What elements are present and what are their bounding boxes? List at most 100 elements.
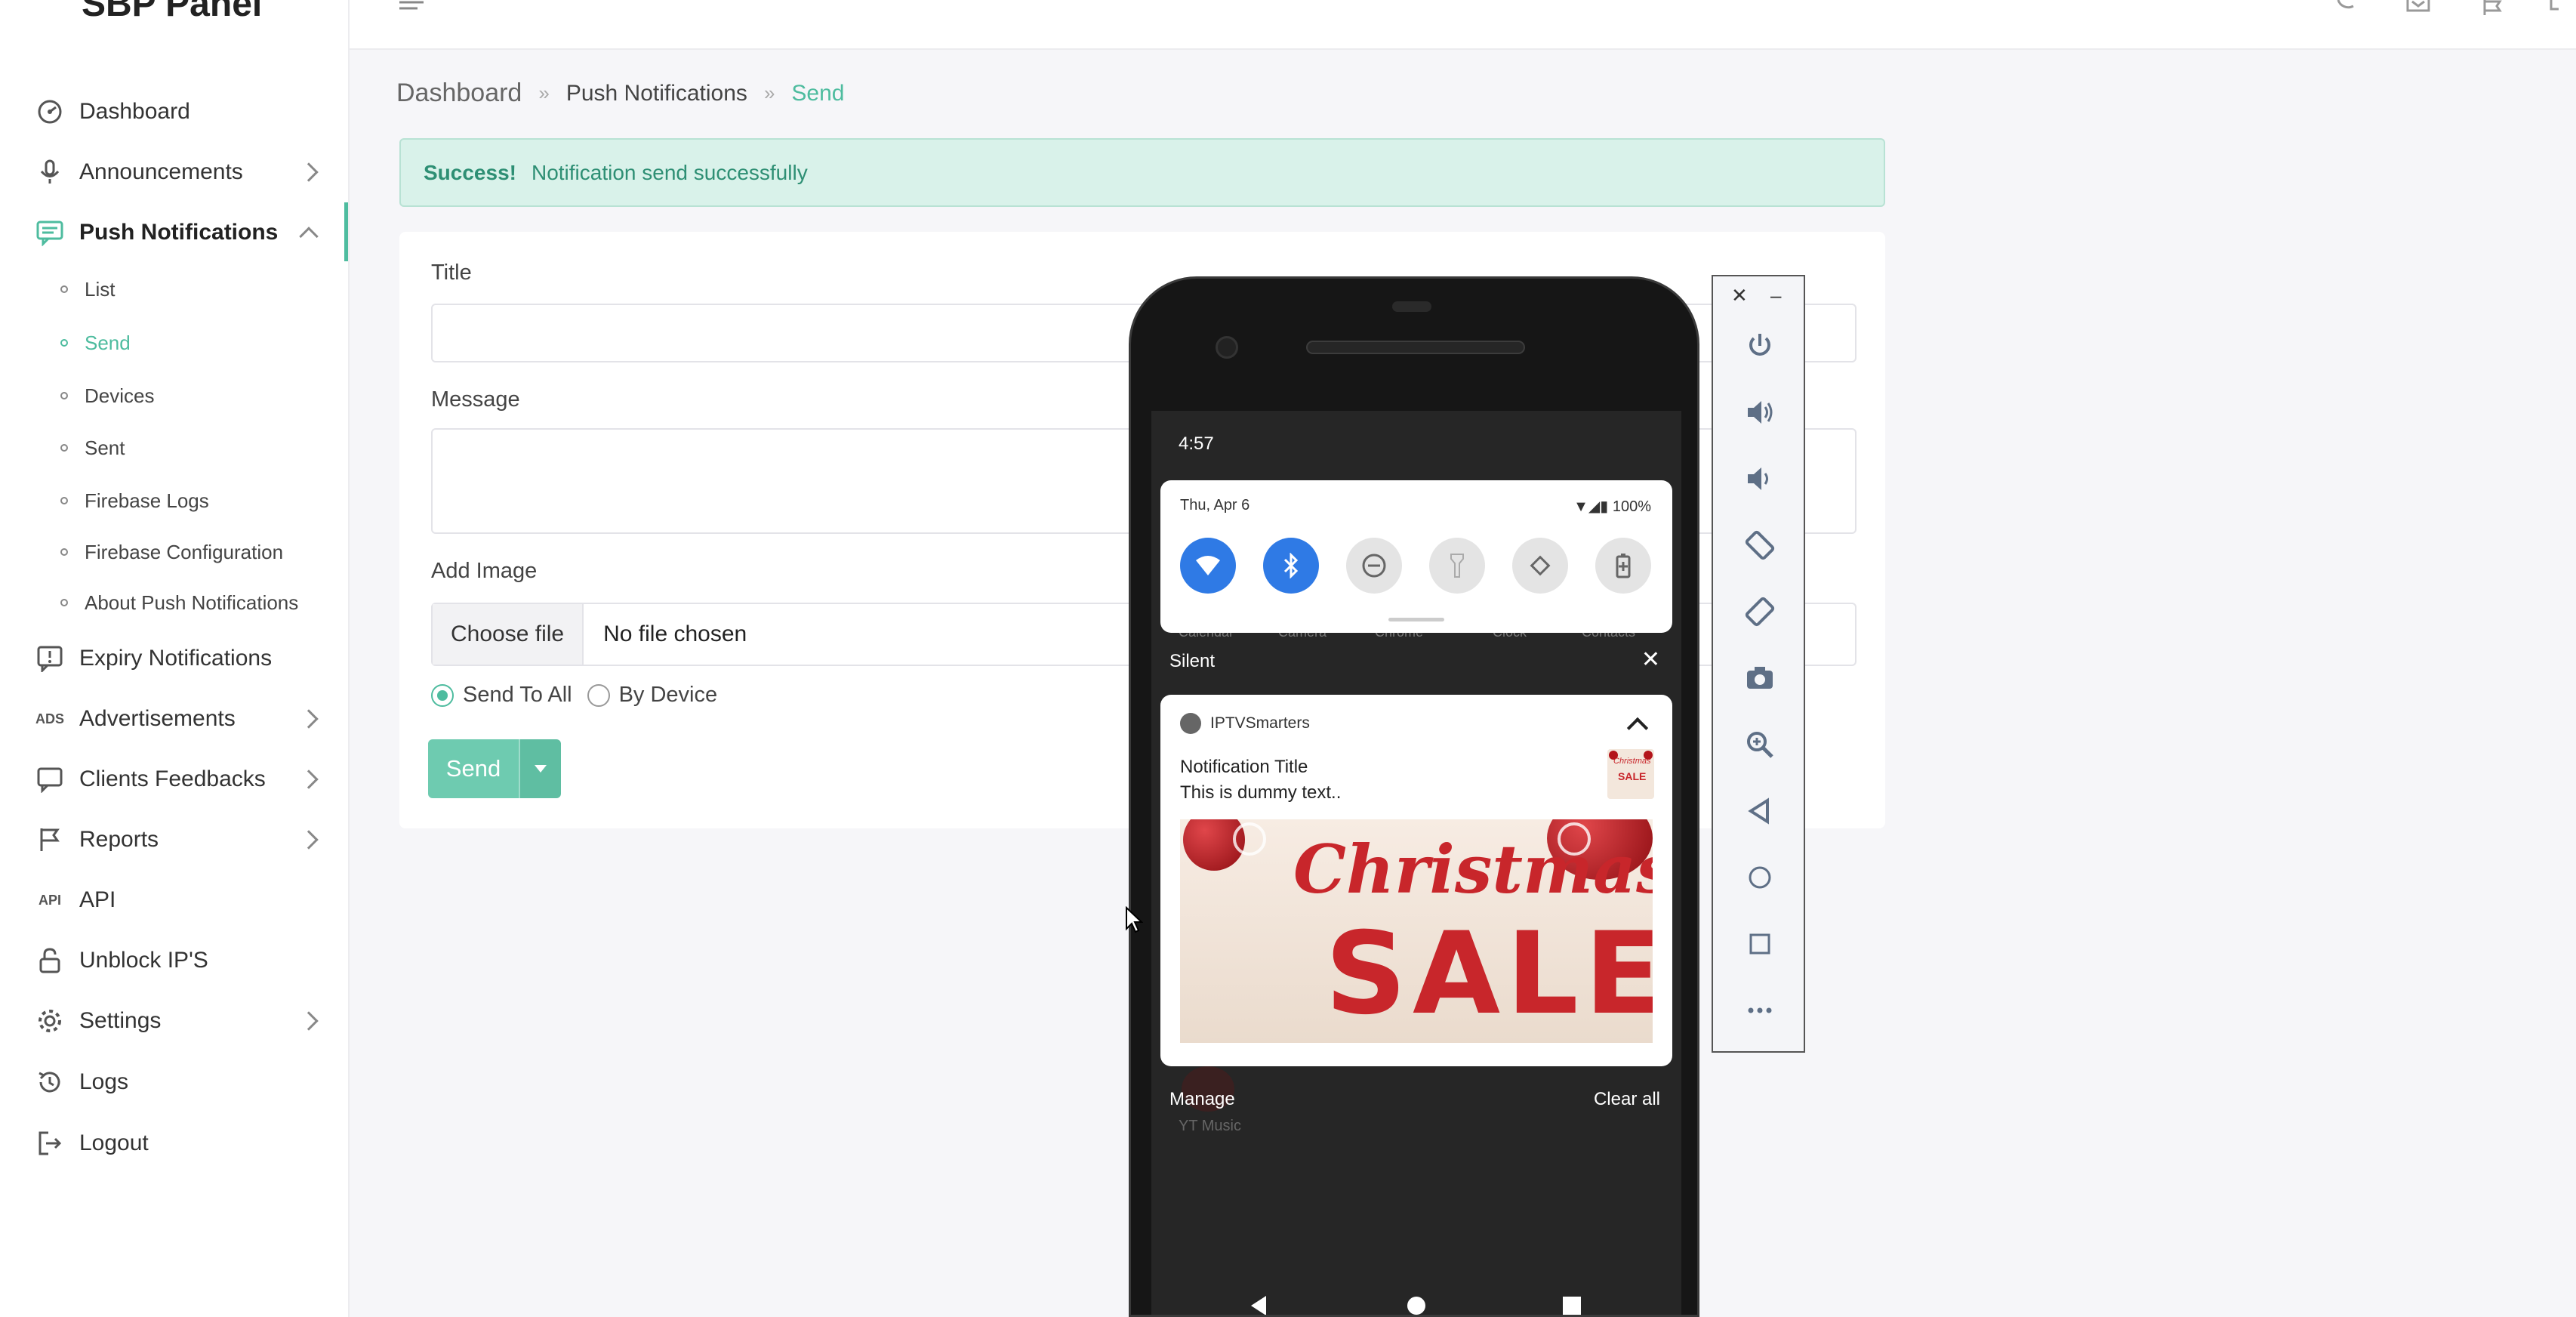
manage-button[interactable]: Manage bbox=[1169, 1089, 1235, 1110]
alert-message-icon bbox=[35, 643, 65, 674]
chevron-right-icon bbox=[299, 770, 319, 789]
success-alert: Success! Notification send successfully bbox=[399, 138, 1885, 207]
notification-card[interactable]: IPTVSmarters Notification Title This is … bbox=[1160, 695, 1672, 1066]
sidebar-item-settings[interactable]: Settings bbox=[0, 998, 350, 1044]
sidebar-item-reports[interactable]: Reports bbox=[0, 817, 350, 862]
subitem-firebase-configuration[interactable]: Firebase Configuration bbox=[60, 535, 283, 569]
nav-back-icon[interactable] bbox=[1248, 1294, 1271, 1315]
sidebar-item-label: Push Notifications bbox=[79, 220, 279, 245]
collapse-chevron-icon[interactable] bbox=[1626, 717, 1649, 739]
sidebar-item-label: Logs bbox=[79, 1069, 129, 1094]
bullet-icon bbox=[60, 285, 68, 293]
flag-icon[interactable] bbox=[2477, 0, 2507, 23]
rotate-left-icon[interactable] bbox=[1742, 527, 1778, 563]
breadcrumb-send: Send bbox=[791, 80, 845, 106]
sidebar-item-logs[interactable]: Logs bbox=[0, 1059, 350, 1105]
unlock-icon bbox=[35, 945, 65, 976]
chevron-right-icon bbox=[299, 709, 319, 729]
quick-settings-panel: Thu, Apr 6 ▼◢▮ 100% bbox=[1160, 480, 1672, 633]
bullet-icon bbox=[60, 392, 68, 399]
sidebar-item-label: Expiry Notifications bbox=[79, 646, 273, 671]
phone-top-slot bbox=[1392, 301, 1431, 312]
do-not-disturb-tile[interactable] bbox=[1346, 538, 1402, 594]
logout-icon bbox=[35, 1128, 65, 1158]
subitem-label: Firebase Configuration bbox=[85, 540, 284, 563]
behind-app-label: YT Music bbox=[1179, 1118, 1241, 1134]
bullet-icon bbox=[60, 497, 68, 504]
close-icon[interactable]: ✕ bbox=[1641, 646, 1660, 673]
subitem-label: Sent bbox=[85, 436, 125, 459]
sidebar-item-dashboard[interactable]: Dashboard bbox=[0, 89, 350, 134]
choose-file-button[interactable]: Choose file bbox=[433, 604, 584, 665]
brand-title: SBP Panel bbox=[82, 0, 263, 24]
auto-rotate-tile[interactable] bbox=[1512, 538, 1568, 594]
more-icon[interactable] bbox=[1742, 992, 1778, 1029]
sidebar-item-push-notifications[interactable]: Push Notifications bbox=[0, 210, 350, 255]
sidebar-item-label: Advertisements bbox=[79, 706, 236, 731]
send-button[interactable]: Send bbox=[428, 739, 519, 798]
sidebar-item-announcements[interactable]: Announcements bbox=[0, 150, 350, 195]
sidebar-item-expiry-notifications[interactable]: Expiry Notifications bbox=[0, 636, 350, 681]
subitem-devices[interactable]: Devices bbox=[60, 379, 154, 412]
sidebar-item-logout[interactable]: Logout bbox=[0, 1121, 350, 1166]
sidebar-item-clients-feedbacks[interactable]: Clients Feedbacks bbox=[0, 757, 350, 802]
volume-up-icon[interactable] bbox=[1742, 394, 1778, 430]
subitem-firebase-logs[interactable]: Firebase Logs bbox=[60, 484, 209, 517]
nav-recents-icon[interactable] bbox=[1561, 1294, 1583, 1315]
clear-all-button[interactable]: Clear all bbox=[1594, 1089, 1660, 1110]
radio-send-to-all-label: Send To All bbox=[463, 683, 572, 707]
power-icon[interactable] bbox=[1742, 328, 1778, 364]
send-button-group: Send bbox=[428, 739, 561, 798]
zoom-icon[interactable] bbox=[1742, 726, 1778, 763]
history-icon bbox=[35, 1067, 65, 1097]
fullscreen-icon[interactable] bbox=[2545, 0, 2575, 23]
radio-send-to-all[interactable] bbox=[431, 683, 454, 707]
qs-drag-handle[interactable] bbox=[1388, 618, 1444, 621]
back-icon[interactable] bbox=[1742, 793, 1778, 829]
bluetooth-tile[interactable] bbox=[1263, 538, 1319, 594]
breadcrumb-separator-icon: » bbox=[538, 82, 550, 104]
sidebar-item-label: Announcements bbox=[79, 159, 243, 184]
radio-by-device[interactable] bbox=[587, 683, 610, 707]
notification-banner-image: Christmas SALE bbox=[1180, 819, 1653, 1043]
volume-down-icon[interactable] bbox=[1742, 461, 1778, 497]
app-icon bbox=[1180, 713, 1201, 734]
wifi-tile[interactable] bbox=[1180, 538, 1236, 594]
bullet-icon bbox=[60, 599, 68, 606]
subitem-list[interactable]: List bbox=[60, 273, 115, 306]
rotate-right-icon[interactable] bbox=[1742, 594, 1778, 630]
subitem-about-push-notifications[interactable]: About Push Notifications bbox=[60, 586, 298, 619]
sidebar-item-api[interactable]: API API bbox=[0, 877, 350, 923]
send-mode-radio-group: Send To All By Device bbox=[431, 683, 717, 708]
phone-screen: 4:57 Calendar Camera Chrome Clock Contac… bbox=[1151, 411, 1681, 1315]
inbox-icon[interactable] bbox=[2403, 0, 2433, 23]
close-icon[interactable]: ✕ bbox=[1731, 284, 1748, 307]
sidebar-item-label: Clients Feedbacks bbox=[79, 766, 266, 791]
sidebar-item-label: Dashboard bbox=[79, 99, 190, 124]
dashboard-icon bbox=[35, 97, 65, 127]
silent-section-label: Silent bbox=[1169, 651, 1216, 671]
camera-icon[interactable] bbox=[1742, 660, 1778, 696]
overview-icon[interactable] bbox=[1742, 926, 1778, 962]
minimize-icon[interactable]: – bbox=[1770, 284, 1781, 307]
subitem-sent[interactable]: Sent bbox=[60, 431, 125, 464]
flashlight-tile[interactable] bbox=[1429, 538, 1485, 594]
breadcrumb-dashboard[interactable]: Dashboard bbox=[396, 79, 522, 108]
sidebar-item-unblock-ips[interactable]: Unblock IP'S bbox=[0, 938, 350, 983]
subitem-label: Send bbox=[85, 331, 131, 354]
send-dropdown-toggle[interactable] bbox=[519, 739, 561, 798]
moon-icon[interactable] bbox=[2329, 0, 2359, 23]
ornament-swirl bbox=[1233, 822, 1266, 856]
sidebar-item-label: Reports bbox=[79, 827, 159, 852]
bullet-icon bbox=[60, 339, 68, 347]
subitem-send[interactable]: Send bbox=[60, 326, 131, 359]
menu-toggle-icon[interactable] bbox=[396, 0, 427, 23]
breadcrumb: Dashboard » Push Notifications » Send bbox=[396, 79, 844, 108]
home-icon[interactable] bbox=[1742, 859, 1778, 896]
breadcrumb-push-notifications[interactable]: Push Notifications bbox=[566, 81, 747, 106]
api-icon: API bbox=[38, 892, 61, 908]
battery-saver-tile[interactable] bbox=[1595, 538, 1651, 594]
sidebar-item-advertisements[interactable]: ADS Advertisements bbox=[0, 696, 350, 742]
nav-home-icon[interactable] bbox=[1405, 1294, 1428, 1315]
mouse-cursor-icon bbox=[1125, 905, 1144, 933]
